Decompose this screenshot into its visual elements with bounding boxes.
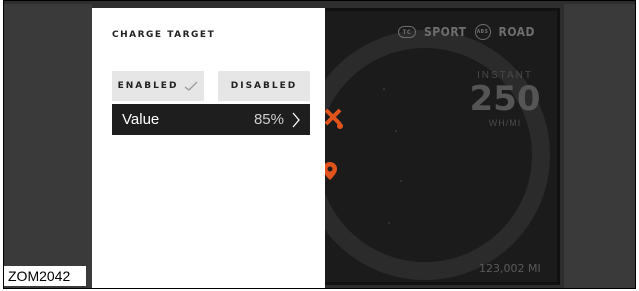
screen-frame: TC SPORT ABS ROAD INSTANT 250 WH/MI 123,… (0, 0, 639, 291)
outer-border (3, 0, 636, 289)
